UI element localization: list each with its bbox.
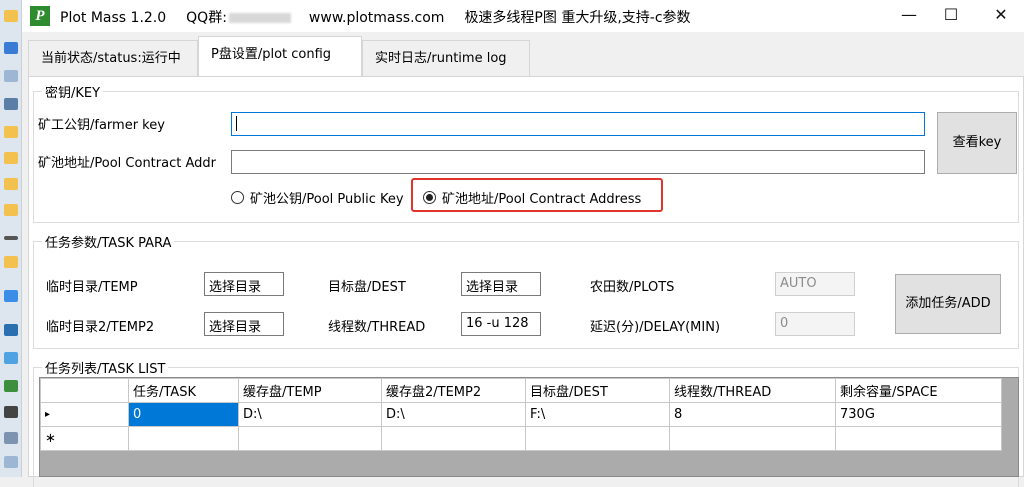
column-header[interactable]: 任务/TASK xyxy=(128,378,239,403)
add-task-button[interactable]: 添加任务/ADD xyxy=(895,274,1001,334)
task-para-group: 任务参数/TASK PARA 临时目录/TEMP 选择目录 临时目录2/TEMP… xyxy=(33,232,1019,349)
dest-select-field[interactable]: 选择目录 xyxy=(461,272,541,296)
table-cell[interactable] xyxy=(128,426,239,451)
table-cell[interactable] xyxy=(669,426,836,451)
current-row-marker-icon: ▸ xyxy=(40,402,129,427)
table-cell[interactable]: F:\ xyxy=(525,402,670,427)
task-list-legend: 任务列表/TASK LIST xyxy=(42,358,169,377)
column-header[interactable]: 剩余容量/SPACE xyxy=(835,378,1002,403)
maximize-button[interactable]: ☐ xyxy=(928,0,974,32)
farmer-key-label: 矿工公钥/farmer key xyxy=(38,118,165,133)
radio-pool-public-key[interactable]: 矿池公钥/Pool Public Key xyxy=(231,188,404,207)
plots-input: AUTO xyxy=(775,272,855,296)
task-table: 任务/TASK 缓存盘/TEMP 缓存盘2/TEMP2 目标盘/DEST 线程数… xyxy=(40,378,1002,451)
table-header-row: 任务/TASK 缓存盘/TEMP 缓存盘2/TEMP2 目标盘/DEST 线程数… xyxy=(40,378,1002,403)
temp2-select-field[interactable]: 选择目录 xyxy=(204,312,284,336)
plots-label: 农田数/PLOTS xyxy=(590,280,675,295)
table-cell[interactable] xyxy=(525,426,670,451)
table-cell[interactable]: D:\ xyxy=(238,402,382,427)
pool-contract-label: 矿池地址/Pool Contract Addr xyxy=(38,156,216,171)
key-group: 密钥/KEY 矿工公钥/farmer key 矿池地址/Pool Contrac… xyxy=(33,82,1019,223)
radio-unchecked-icon xyxy=(231,191,244,204)
task-list-grid[interactable]: 任务/TASK 缓存盘/TEMP 缓存盘2/TEMP2 目标盘/DEST 线程数… xyxy=(39,377,1019,477)
radio-pool-public-key-label: 矿池公钥/Pool Public Key xyxy=(250,192,404,207)
table-cell[interactable] xyxy=(381,426,526,451)
pool-contract-input[interactable] xyxy=(231,150,925,174)
qq-number-redacted xyxy=(228,13,291,23)
temp2-label: 临时目录2/TEMP2 xyxy=(46,320,155,335)
table-row-new[interactable]: ∗ xyxy=(40,426,1002,451)
plot-config-panel: 密钥/KEY 矿工公钥/farmer key 矿池地址/Pool Contrac… xyxy=(28,76,1024,487)
row-header-corner xyxy=(40,378,129,403)
thread-input[interactable]: 16 -u 128 xyxy=(461,312,541,336)
temp-label: 临时目录/TEMP xyxy=(46,280,138,295)
key-group-legend: 密钥/KEY xyxy=(42,82,104,101)
table-cell[interactable]: 8 xyxy=(669,402,836,427)
text-caret xyxy=(236,116,237,131)
tab-status[interactable]: 当前状态/status:运行中 xyxy=(28,40,198,76)
app-window: P Plot Mass 1.2.0 QQ群: www.plotmass.com 极速多… xyxy=(22,0,1024,487)
table-cell[interactable]: 0 xyxy=(128,402,239,427)
column-header[interactable]: 缓存盘/TEMP xyxy=(238,378,382,403)
farmer-key-input[interactable] xyxy=(231,112,925,136)
table-row[interactable]: ▸ 0 D:\ D:\ F:\ 8 730G xyxy=(40,402,1002,427)
temp-select-field[interactable]: 选择目录 xyxy=(204,272,284,296)
delay-label: 延迟(分)/DELAY(MIN) xyxy=(590,320,721,335)
radio-pool-contract-address-label: 矿池地址/Pool Contract Address xyxy=(442,192,642,207)
tab-runtime-log[interactable]: 实时日志/runtime log xyxy=(362,40,530,76)
thread-label: 线程数/THREAD xyxy=(328,320,426,335)
close-button[interactable]: ✕ xyxy=(978,0,1024,32)
column-header[interactable]: 缓存盘2/TEMP2 xyxy=(381,378,526,403)
app-logo-icon: P xyxy=(30,6,50,26)
radio-checked-icon xyxy=(423,191,436,204)
announcement-text: 极速多线程P图 重大升级,支持-c参数 xyxy=(464,10,691,26)
desktop-icon-strip xyxy=(0,0,22,477)
table-cell[interactable] xyxy=(238,426,382,451)
new-row-marker-icon: ∗ xyxy=(40,426,129,451)
table-cell[interactable]: D:\ xyxy=(381,402,526,427)
table-cell[interactable]: 730G xyxy=(835,402,1002,427)
table-cell[interactable] xyxy=(835,426,1002,451)
app-name: Plot Mass 1.2.0 xyxy=(60,10,167,26)
title-bar[interactable]: P Plot Mass 1.2.0 QQ群: www.plotmass.com 极速多… xyxy=(22,0,1024,32)
window-title: Plot Mass 1.2.0 QQ群: www.plotmass.com 极速多线程… xyxy=(60,7,711,27)
tab-strip: 当前状态/status:运行中 P盘设置/plot config 实时日志/ru… xyxy=(22,36,1024,76)
website-text: www.plotmass.com xyxy=(308,10,445,26)
column-header[interactable]: 目标盘/DEST xyxy=(525,378,670,403)
delay-input: 0 xyxy=(775,312,855,336)
column-header[interactable]: 线程数/THREAD xyxy=(669,378,836,403)
tab-plot-config[interactable]: P盘设置/plot config xyxy=(198,36,362,76)
view-key-button[interactable]: 查看key xyxy=(937,112,1017,174)
minimize-button[interactable]: — xyxy=(886,0,932,32)
dest-label: 目标盘/DEST xyxy=(328,280,406,295)
radio-pool-contract-address[interactable]: 矿池地址/Pool Contract Address xyxy=(423,188,641,207)
qq-label: QQ群: xyxy=(186,10,227,26)
task-para-legend: 任务参数/TASK PARA xyxy=(42,232,175,251)
